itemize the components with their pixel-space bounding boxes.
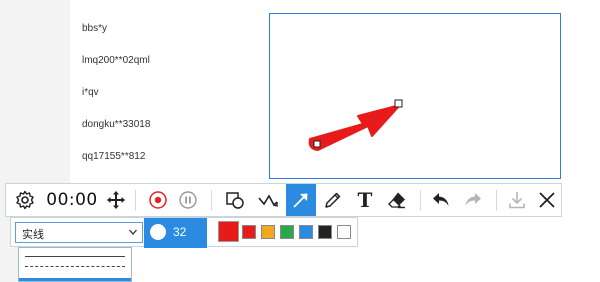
pencil-icon — [325, 192, 341, 208]
drawn-arrow[interactable] — [308, 104, 401, 151]
line-style-select[interactable]: 实线 — [15, 222, 143, 243]
line-style-value: 实线 — [22, 229, 44, 241]
pause-button[interactable] — [174, 184, 202, 216]
pause-icon — [179, 191, 197, 209]
color-swatch-black[interactable] — [318, 225, 332, 239]
line-style-option-dashed[interactable] — [25, 266, 125, 267]
arrow-start-handle[interactable] — [313, 140, 321, 148]
chevron-down-icon — [129, 229, 137, 235]
redo-button[interactable] — [458, 184, 488, 216]
eraser-icon — [388, 192, 405, 209]
eraser-tool-button[interactable] — [382, 184, 412, 216]
separator — [135, 190, 136, 211]
close-button[interactable] — [533, 184, 561, 216]
pencil-tool-button[interactable] — [318, 184, 348, 216]
close-icon — [539, 192, 555, 208]
color-swatch-green[interactable] — [280, 225, 294, 239]
line-style-option-highlighted[interactable] — [19, 278, 131, 281]
undo-button[interactable] — [426, 184, 456, 216]
user-item: bbs*y — [82, 23, 108, 34]
arrow-icon — [293, 193, 308, 208]
text-icon: T — [357, 188, 373, 212]
redo-icon — [465, 193, 481, 206]
color-swatch-orange[interactable] — [261, 225, 275, 239]
line-style-option-solid[interactable] — [25, 256, 125, 257]
color-swatch-blue[interactable] — [299, 225, 313, 239]
shape-icon — [226, 192, 244, 209]
brush-size-dot — [150, 224, 166, 240]
separator — [420, 190, 421, 211]
user-item: lmq200**02qml — [82, 55, 150, 66]
record-button[interactable] — [144, 184, 172, 216]
separator — [211, 190, 212, 211]
user-item: dongku**33018 — [82, 119, 151, 130]
annotation-canvas — [308, 99, 403, 151]
color-swatch-red[interactable] — [242, 225, 256, 239]
download-button[interactable] — [502, 184, 532, 216]
capture-toolbar: 00:00 T — [5, 183, 562, 217]
gear-icon — [16, 190, 34, 210]
arrow-tool-button[interactable] — [286, 184, 316, 216]
tool-options-bar: 实线 32 — [10, 217, 358, 248]
move-button[interactable] — [102, 184, 130, 216]
undo-icon — [433, 193, 449, 206]
current-color-swatch[interactable] — [218, 221, 239, 242]
separator — [496, 190, 497, 211]
download-icon — [509, 192, 525, 209]
timer-display: 00:00 — [43, 184, 101, 216]
capture-region[interactable] — [269, 13, 561, 179]
move-icon — [107, 191, 125, 209]
brush-size-value: 32 — [173, 225, 187, 239]
polyline-tool-button[interactable] — [253, 184, 283, 216]
user-item: i*qv — [82, 87, 99, 98]
polyline-icon — [258, 194, 278, 207]
user-item: qq17155**812 — [82, 151, 146, 162]
brush-size-button[interactable]: 32 — [144, 218, 207, 248]
text-tool-button[interactable]: T — [350, 184, 380, 216]
timer-text: 00:00 — [46, 190, 98, 210]
color-swatch-white[interactable] — [337, 225, 351, 239]
settings-button[interactable] — [9, 184, 41, 216]
arrow-end-handle[interactable] — [394, 99, 403, 108]
shape-tool-button[interactable] — [220, 184, 250, 216]
record-icon — [149, 191, 167, 209]
line-style-dropdown — [18, 247, 132, 282]
